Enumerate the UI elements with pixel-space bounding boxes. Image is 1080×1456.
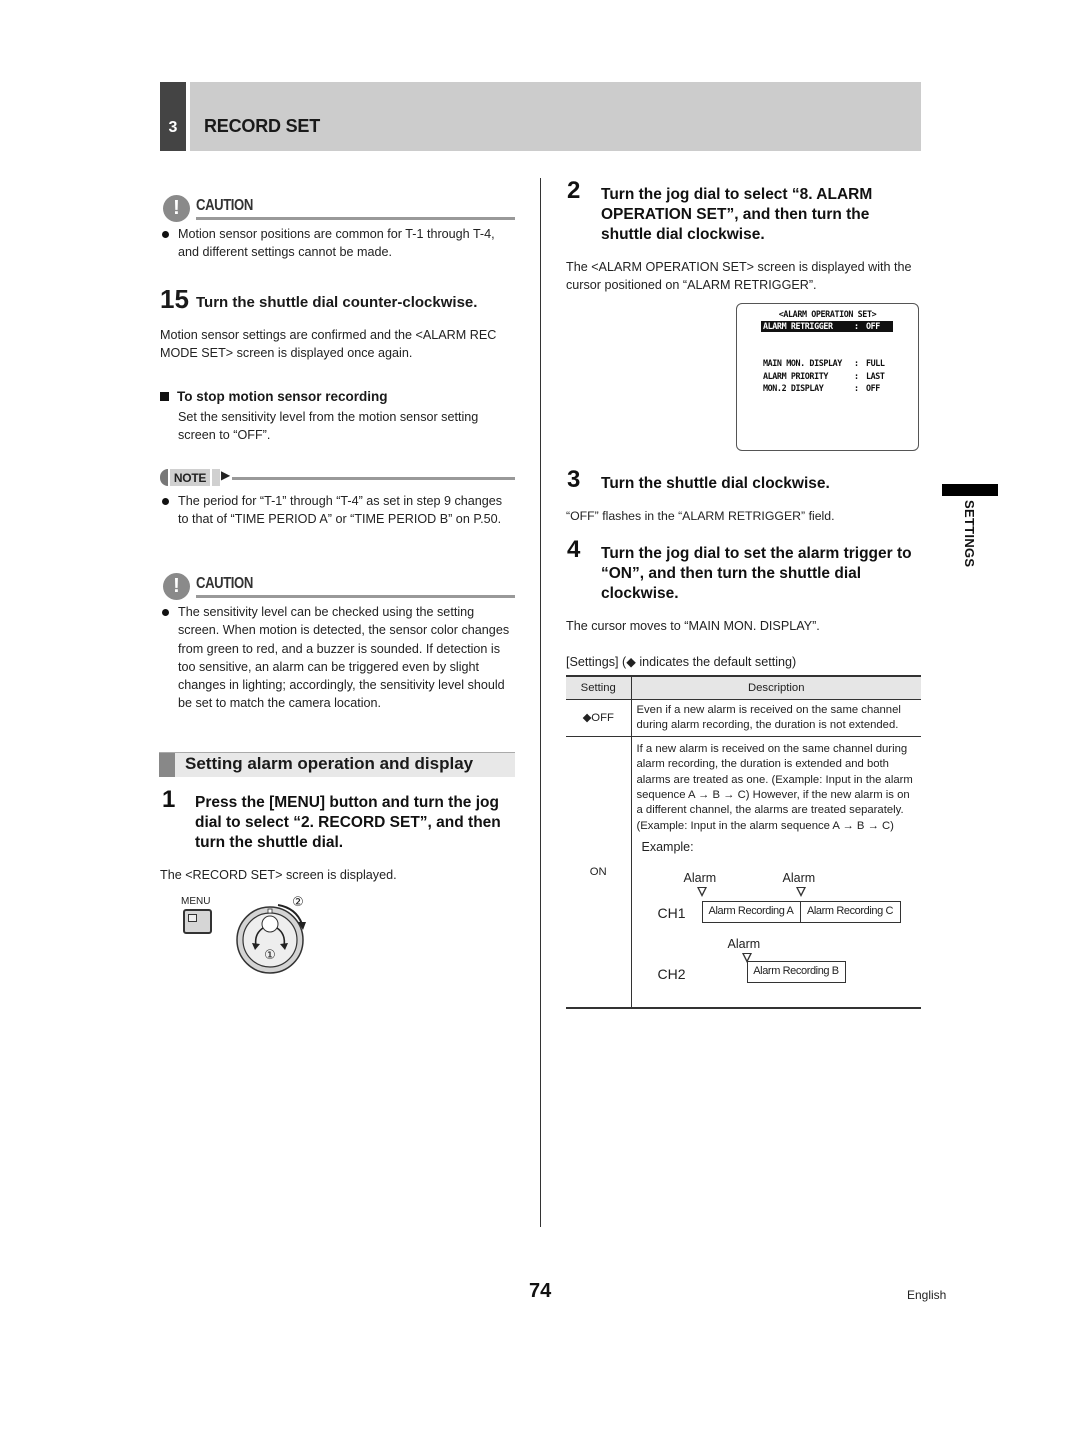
recording-block-c: Alarm Recording C	[799, 900, 901, 923]
table-header-row: Setting Description	[566, 675, 921, 700]
setting-cell: ◆OFF	[566, 699, 632, 738]
section-heading: Setting alarm operation and display	[159, 752, 515, 777]
screen-key: ALARM PRIORITY	[763, 371, 828, 381]
section-heading-bar	[159, 753, 175, 777]
subheading-text: To stop motion sensor recording	[177, 389, 388, 404]
step-body: The cursor moves to “MAIN MON. DISPLAY”.	[566, 619, 820, 633]
step-body: “OFF” flashes in the “ALARM RETRIGGER” f…	[566, 509, 835, 523]
alarm-label: Alarm	[782, 870, 816, 885]
description-text: If a new alarm is received on the same c…	[636, 743, 913, 832]
screen-sep: :	[854, 371, 859, 381]
note-cap	[160, 469, 168, 486]
note-bullet: The period for “T-1” through “T-4” as se…	[160, 492, 515, 529]
page-number: 74	[529, 1280, 552, 1302]
subheading: To stop motion sensor recording	[160, 389, 388, 404]
column-header-setting: Setting	[566, 675, 632, 700]
step-number: 15	[160, 284, 189, 314]
step-body: The <ALARM OPERATION SET> screen is disp…	[566, 260, 912, 293]
screen-key: MAIN MON. DISPLAY	[763, 358, 842, 368]
screen-key: ALARM RETRIGGER	[763, 321, 833, 331]
caution-box-1: ! CAUTION Motion sensor positions are co…	[160, 195, 515, 262]
caution-rule	[196, 217, 515, 220]
subheading-body: Set the sensitivity level from the motio…	[178, 410, 479, 443]
side-tab-bar	[942, 484, 998, 496]
screen-value: LAST	[866, 371, 885, 381]
step-title: Turn the jog dial to set the alarm trigg…	[601, 545, 912, 602]
settings-table: Setting Description ◆OFF Even if a new a…	[566, 675, 921, 1009]
table-row: ◆OFF Even if a new alarm is received on …	[566, 699, 921, 738]
dial-mark-1: ①	[264, 948, 276, 963]
screen-sep: :	[854, 321, 859, 331]
language-label: English	[907, 1288, 947, 1302]
table-row: ON If a new alarm is received on the sam…	[566, 736, 921, 1009]
step-number: 3	[567, 466, 581, 493]
exclamation-circle-icon: !	[163, 573, 190, 600]
step-body: Motion sensor settings are confirmed and…	[160, 328, 497, 361]
screen-sep: :	[854, 358, 859, 368]
note-tab	[212, 469, 220, 486]
screen-key: MON.2 DISPLAY	[763, 383, 824, 393]
settings-caption: [Settings] (◆ indicates the default sett…	[566, 655, 797, 669]
square-bullet-icon	[160, 392, 169, 401]
screen-value: OFF	[866, 321, 880, 331]
menu-button-icon	[183, 909, 212, 934]
exclamation-circle-icon: !	[163, 195, 190, 222]
note-rule	[232, 477, 515, 480]
channel-label-ch1: CH1	[657, 904, 686, 921]
step-number: 1	[162, 786, 176, 813]
step-number: 4	[567, 536, 581, 563]
caution-rule	[196, 595, 515, 598]
caution-bullet: Motion sensor positions are common for T…	[160, 225, 515, 262]
caution-label: CAUTION	[196, 575, 253, 592]
channel-label-ch2: CH2	[657, 965, 686, 982]
step-title: Press the [MENU] button and turn the jog…	[195, 794, 501, 851]
caution-bullet: The sensitivity level can be checked usi…	[160, 603, 515, 713]
side-tab-label: SETTINGS	[962, 500, 977, 568]
step-title: Turn the jog dial to select “8. ALARM OP…	[601, 186, 873, 243]
play-arrow-icon: ▶	[221, 468, 231, 482]
example-diagram: Example: Alarm Alarm CH1 Alarm Recording…	[637, 834, 918, 1004]
screen-title: <ALARM OPERATION SET>	[778, 309, 877, 319]
description-cell: If a new alarm is received on the same c…	[631, 736, 921, 1009]
setting-cell: ON	[566, 736, 632, 1009]
column-divider	[540, 178, 541, 1227]
alarm-trigger-icon	[696, 886, 707, 897]
step-title: Turn the shuttle dial counter-clockwise.	[196, 294, 478, 311]
note-box: NOTE ▶ The period for “T-1” through “T-4…	[160, 468, 515, 529]
caution-box-2: ! CAUTION The sensitivity level can be c…	[160, 573, 515, 713]
screen-row-highlighted: ALARM RETRIGGER : OFF	[761, 321, 893, 332]
alarm-trigger-icon	[795, 886, 806, 897]
caution-label: CAUTION	[196, 197, 253, 214]
description-cell: Even if a new alarm is received on the s…	[631, 699, 921, 738]
alarm-operation-screen: <ALARM OPERATION SET> ALARM RETRIGGER : …	[736, 303, 919, 451]
alarm-label: Alarm	[727, 936, 761, 951]
screen-sep: :	[854, 383, 859, 393]
alarm-label: Alarm	[683, 870, 717, 885]
jog-shuttle-dial-icon: ① ②	[236, 895, 306, 974]
recording-block-a: Alarm Recording A	[701, 900, 801, 923]
example-label: Example:	[641, 839, 694, 854]
dial-mark-2: ②	[292, 895, 304, 910]
screen-value: FULL	[866, 358, 885, 368]
step-number: 2	[567, 177, 581, 204]
screen-value: OFF	[866, 383, 880, 393]
step-body: The <RECORD SET> screen is displayed.	[160, 868, 397, 882]
menu-button-label: MENU	[181, 896, 211, 907]
note-label: NOTE	[170, 469, 210, 486]
column-header-description: Description	[631, 675, 921, 700]
step-title: Turn the shuttle dial clockwise.	[601, 475, 830, 492]
chapter-title: RECORD SET	[204, 116, 321, 136]
recording-block-b: Alarm Recording B	[746, 960, 846, 983]
section-heading-text: Setting alarm operation and display	[185, 754, 474, 773]
chapter-number: 3	[160, 82, 186, 151]
